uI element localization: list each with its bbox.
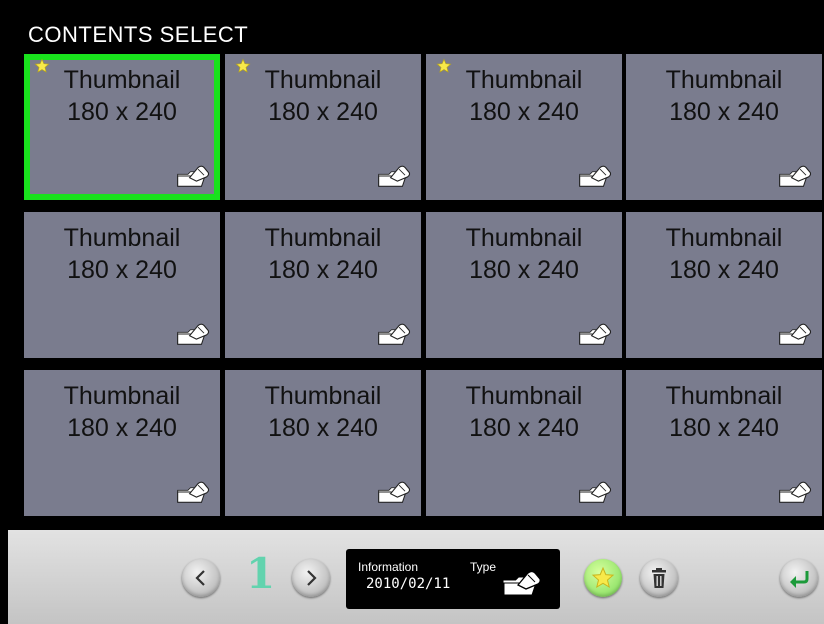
information-date: 2010/02/11 bbox=[366, 576, 451, 592]
thumbnail-tile[interactable]: Thumbnail 180 x 240 bbox=[626, 370, 822, 516]
thumbnail-label-line2: 180 x 240 bbox=[469, 414, 579, 442]
chevron-right-icon bbox=[307, 570, 317, 586]
thumbnail-label-line2: 180 x 240 bbox=[268, 256, 378, 284]
folder-hand-icon bbox=[378, 481, 411, 503]
thumbnail-label: Thumbnail 180 x 240 bbox=[24, 380, 220, 444]
star-icon bbox=[591, 566, 615, 589]
return-icon bbox=[790, 571, 809, 588]
back-button[interactable] bbox=[780, 559, 818, 597]
thumbnail-label: Thumbnail 180 x 240 bbox=[626, 222, 822, 286]
thumbnail-label: Thumbnail 180 x 240 bbox=[225, 380, 421, 444]
information-label: Information bbox=[358, 560, 419, 574]
thumbnail-label-line1: Thumbnail bbox=[264, 382, 382, 410]
bottom-toolbar: 1 Information 2010/02/11 Type bbox=[8, 530, 824, 624]
folder-hand-icon bbox=[177, 323, 210, 345]
thumbnail-tile[interactable]: Thumbnail 180 x 240 bbox=[426, 370, 622, 516]
folder-hand-icon bbox=[503, 570, 541, 596]
thumbnail-label-line1: Thumbnail bbox=[63, 224, 181, 252]
favorite-button[interactable] bbox=[584, 559, 622, 597]
thumbnail-label: Thumbnail 180 x 240 bbox=[24, 222, 220, 286]
folder-hand-icon bbox=[779, 165, 812, 187]
thumbnail-label: Thumbnail 180 x 240 bbox=[426, 380, 622, 444]
previous-page-button[interactable] bbox=[182, 559, 220, 597]
thumbnail-label: Thumbnail 180 x 240 bbox=[626, 64, 822, 128]
folder-hand-icon bbox=[579, 165, 612, 187]
star-icon bbox=[235, 58, 251, 73]
next-page-button[interactable] bbox=[292, 559, 330, 597]
type-label: Type bbox=[470, 560, 497, 574]
delete-button[interactable] bbox=[640, 559, 678, 597]
thumbnail-tile[interactable]: Thumbnail 180 x 240 bbox=[225, 54, 421, 200]
thumbnail-label-line2: 180 x 240 bbox=[268, 98, 378, 126]
thumbnail-tile[interactable]: Thumbnail 180 x 240 bbox=[225, 212, 421, 358]
thumbnail-label-line2: 180 x 240 bbox=[67, 98, 177, 126]
thumbnail-label-line1: Thumbnail bbox=[63, 382, 181, 410]
thumbnail-label-line2: 180 x 240 bbox=[469, 98, 579, 126]
thumbnail-label-line1: Thumbnail bbox=[665, 66, 783, 94]
page-title: CONTENTS SELECT bbox=[28, 22, 249, 47]
folder-hand-icon bbox=[177, 481, 210, 503]
thumbnail-tile[interactable]: Thumbnail 180 x 240 bbox=[24, 54, 220, 200]
thumbnail-label: Thumbnail 180 x 240 bbox=[225, 222, 421, 286]
thumbnail-label-line1: Thumbnail bbox=[465, 382, 583, 410]
thumbnail-label-line1: Thumbnail bbox=[465, 224, 583, 252]
thumbnail-label-line1: Thumbnail bbox=[665, 382, 783, 410]
star-icon bbox=[436, 58, 452, 73]
chevron-left-icon bbox=[195, 570, 205, 586]
page-number: 1 bbox=[246, 549, 276, 598]
folder-hand-icon bbox=[579, 481, 612, 503]
thumbnail-label: Thumbnail 180 x 240 bbox=[626, 380, 822, 444]
folder-hand-icon bbox=[177, 165, 210, 187]
thumbnail-label-line2: 180 x 240 bbox=[268, 414, 378, 442]
thumbnail-label-line1: Thumbnail bbox=[63, 66, 181, 94]
thumbnail-label-line1: Thumbnail bbox=[264, 66, 382, 94]
thumbnail-label-line1: Thumbnail bbox=[264, 224, 382, 252]
information-panel: Information 2010/02/11 Type bbox=[346, 549, 560, 609]
thumbnail-label: Thumbnail 180 x 240 bbox=[426, 64, 622, 128]
thumbnail-tile[interactable]: Thumbnail 180 x 240 bbox=[225, 370, 421, 516]
thumbnail-label-line1: Thumbnail bbox=[665, 224, 783, 252]
thumbnail-tile[interactable]: Thumbnail 180 x 240 bbox=[426, 212, 622, 358]
thumbnail-label-line2: 180 x 240 bbox=[669, 414, 779, 442]
folder-hand-icon bbox=[378, 323, 411, 345]
thumbnail-label-line2: 180 x 240 bbox=[67, 414, 177, 442]
thumbnail-label-line2: 180 x 240 bbox=[67, 256, 177, 284]
thumbnail-label: Thumbnail 180 x 240 bbox=[426, 222, 622, 286]
thumbnail-label-line2: 180 x 240 bbox=[669, 256, 779, 284]
thumbnail-label: Thumbnail 180 x 240 bbox=[24, 64, 220, 128]
thumbnail-label-line2: 180 x 240 bbox=[669, 98, 779, 126]
folder-hand-icon bbox=[579, 323, 612, 345]
folder-hand-icon bbox=[779, 481, 812, 503]
folder-hand-icon bbox=[779, 323, 812, 345]
star-icon bbox=[34, 58, 50, 73]
thumbnail-label-line1: Thumbnail bbox=[465, 66, 583, 94]
thumbnail-tile[interactable]: Thumbnail 180 x 240 bbox=[24, 212, 220, 358]
trash-icon bbox=[652, 568, 666, 588]
thumbnail-tile[interactable]: Thumbnail 180 x 240 bbox=[426, 54, 622, 200]
thumbnail-label-line2: 180 x 240 bbox=[469, 256, 579, 284]
app-window: CONTENTS SELECT Thumbnail 180 x 240 Thumbn… bbox=[8, 8, 824, 624]
thumbnail-label: Thumbnail 180 x 240 bbox=[225, 64, 421, 128]
thumbnail-tile[interactable]: Thumbnail 180 x 240 bbox=[24, 370, 220, 516]
thumbnail-tile[interactable]: Thumbnail 180 x 240 bbox=[626, 54, 822, 200]
thumbnail-tile[interactable]: Thumbnail 180 x 240 bbox=[626, 212, 822, 358]
folder-hand-icon bbox=[378, 165, 411, 187]
